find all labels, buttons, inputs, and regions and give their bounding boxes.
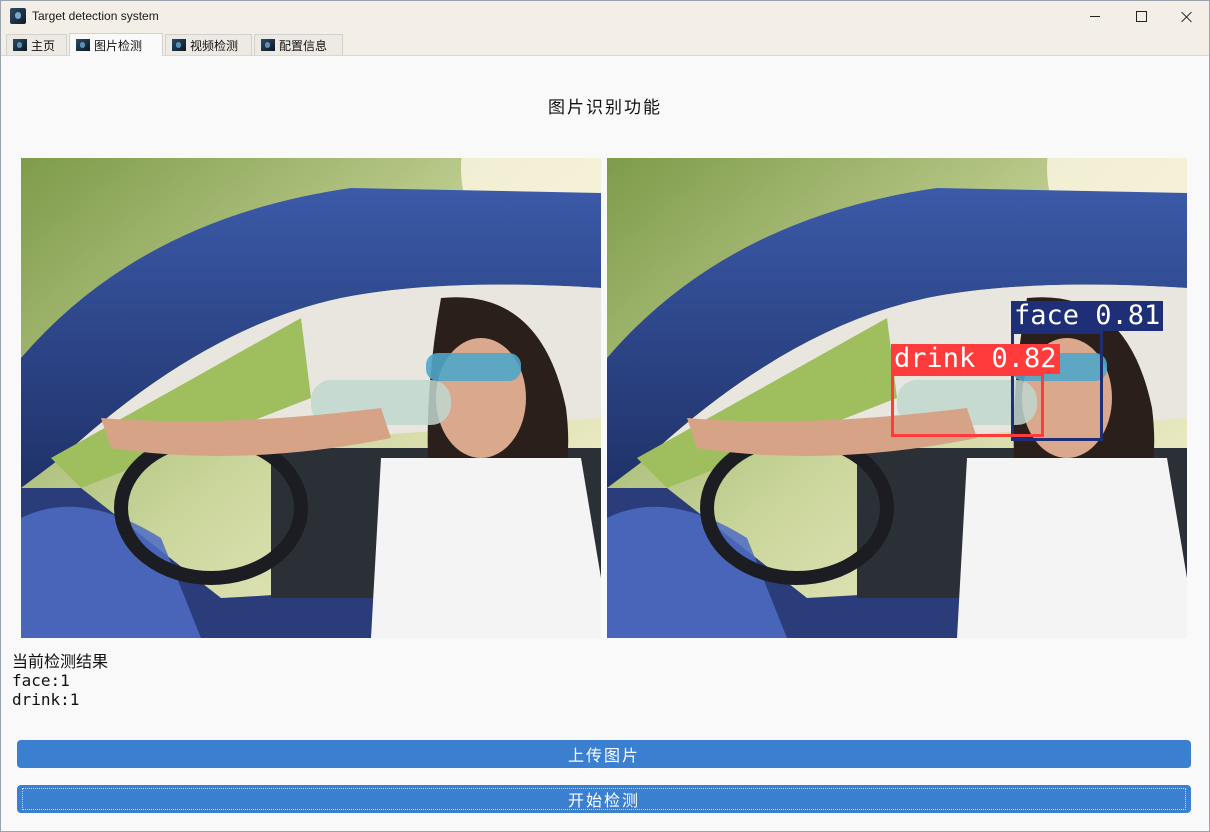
app-icon (10, 8, 26, 24)
close-button[interactable] (1164, 1, 1209, 32)
detection-image: face 0.81 drink 0.82 (607, 158, 1187, 638)
upload-image-button[interactable]: 上传图片 (17, 740, 1191, 768)
focus-ring (22, 788, 1186, 810)
app-icon (261, 39, 275, 51)
tab-home[interactable]: 主页 (6, 34, 67, 55)
tab-bar: 主页 图片检测 视频检测 配置信息 (1, 32, 1209, 56)
tab-config-info[interactable]: 配置信息 (254, 34, 343, 55)
minimize-button[interactable] (1072, 1, 1118, 32)
tab-label: 主页 (31, 38, 56, 53)
maximize-button[interactable] (1118, 1, 1164, 32)
tab-label: 配置信息 (279, 38, 328, 53)
upload-image-label: 上传图片 (567, 746, 640, 765)
minimize-icon (1090, 16, 1100, 17)
maximize-icon (1135, 11, 1147, 22)
tab-label: 图片检测 (94, 38, 143, 53)
app-window: Target detection system 主页 图片检测 视频检测 配置信… (0, 0, 1210, 832)
drink-bounding-box (891, 373, 1044, 437)
tab-video-detection[interactable]: 视频检测 (165, 34, 252, 55)
results-title: 当前检测结果 (12, 652, 109, 671)
tab-image-detection[interactable]: 图片检测 (69, 33, 163, 56)
close-icon (1181, 11, 1193, 23)
window-title: Target detection system (32, 9, 159, 23)
app-icon (76, 39, 90, 51)
start-detection-button[interactable]: 开始检测 (17, 785, 1191, 813)
app-icon (172, 39, 186, 51)
drink-detection-label: drink 0.82 (891, 344, 1060, 374)
title-bar: Target detection system (1, 1, 1209, 32)
app-icon (13, 39, 27, 51)
car-driver-photo (21, 158, 601, 638)
result-line: face:1 (12, 671, 70, 690)
tab-label: 视频检测 (190, 38, 239, 53)
detection-results: 当前检测结果 face:1 drink:1 (12, 652, 108, 709)
result-line: drink:1 (12, 690, 80, 709)
original-image (21, 158, 601, 638)
page-title: 图片识别功能 (548, 98, 662, 118)
face-detection-label: face 0.81 (1011, 301, 1164, 331)
